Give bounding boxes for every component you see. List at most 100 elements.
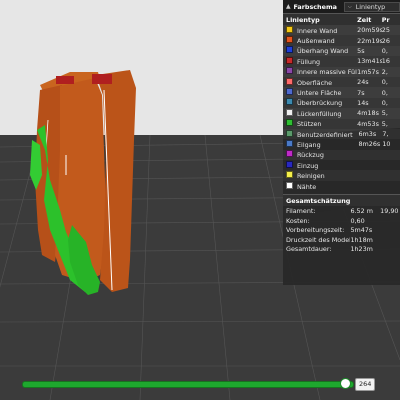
estimate-value: 6.52 m [350,207,373,216]
legend-rows-other: Benutzerdefiniert 6m3s 7, Eilgang 8m26s 10 Rüc… [283,128,400,191]
legend-row[interactable]: Überbrückung 14s 0, [283,98,400,108]
legend-row-time: 4m18s [357,109,379,118]
legend-row-time: 6m3s [358,130,377,139]
legend-row-type: Rückzug [286,150,358,159]
color-swatch-icon [286,119,293,127]
layer-slider-track[interactable] [22,381,354,388]
legend-column-header: Linientyp Zeit Pr [283,14,400,25]
legend-row[interactable]: Nähte [283,181,400,191]
legend-row-label: Außenwand [297,37,335,46]
legend-row-percent: 7, [382,130,389,139]
layer-slider-value: 264 [355,378,376,391]
estimate-row: Kosten: 0,60 [283,216,400,226]
estimate-label: Vorbereitungszeit: [286,226,345,235]
legend-row[interactable]: Lückenfüllung 4m18s 5, [283,108,400,119]
legend-row-label: Reinigen [297,172,325,181]
legend-row[interactable]: Füllung 13m41s 16 [283,56,400,66]
estimate-value: 1h23m [350,245,373,254]
color-swatch-icon [286,139,293,147]
color-swatch-icon [286,181,293,189]
legend-row[interactable]: Innere Wand 20m59s 25 [283,25,400,36]
legend-row-percent: 0, [381,98,388,107]
legend-row-label: Überhang Wand [297,47,349,56]
legend-row-type: Reinigen [286,171,358,180]
legend-row-percent: 16 [381,57,390,66]
legend-row-type: Stützen [286,119,357,128]
legend-row[interactable]: Stützen 4m53s 5, [283,119,400,129]
legend-row-label: Innere massive Füllung [297,68,357,77]
color-swatch-icon [286,77,293,85]
legend-row-time: 1m57s [357,67,379,76]
layer-slider-handle[interactable] [339,378,351,389]
legend-row[interactable]: Benutzerdefiniert 6m3s 7, [283,128,400,140]
legend-row-label: Lückenfüllung [297,109,342,118]
legend-row-time: 7s [357,88,365,97]
color-swatch-icon [286,36,293,44]
estimate-value: 0,60 [350,216,365,225]
legend-header[interactable]: ▲ Farbschema ⌵ Linientyp [283,0,400,14]
legend-row[interactable]: Eilgang 8m26s 10 [283,139,400,149]
color-swatch-icon [286,160,293,168]
legend-row-type: Lückenfüllung [286,108,357,118]
legend-row-type: Außenwand [286,36,357,45]
legend-row-time: 5s [357,46,365,55]
chevron-down-icon: ⌵ [347,3,352,10]
color-scheme-select[interactable]: ⌵ Linientyp [343,1,400,12]
legend-row-percent: 5, [381,109,388,118]
legend-row-type: Untere Fläche [286,88,357,97]
legend-row-label: Nähte [297,182,317,191]
legend-row[interactable]: Einzug [283,160,400,170]
legend-row-percent: 2, [381,67,388,76]
legend-row-type: Benutzerdefiniert [286,129,358,139]
legend-row-type: Innere Wand [286,25,357,35]
color-swatch-icon [286,108,293,116]
legend-row-time: 4m53s [357,119,379,128]
legend-row-percent: 10 [382,140,391,149]
estimate-label: Filament: [286,207,316,216]
legend-row-percent: 0, [381,78,388,87]
legend-row-type: Überhang Wand [286,46,357,55]
legend-row-label: Einzug [297,161,319,170]
col-line-type: Linientyp [286,15,320,24]
legend-row-label: Eilgang [297,140,321,149]
legend-row[interactable]: Innere massive Füllung1m57s2, [283,66,400,77]
legend-row-time: 20m59s [357,26,382,35]
legend-row-label: Untere Fläche [297,89,342,98]
estimate-rows: Filament: 6.52 m 19,90 gKosten:0,60Vorbere… [283,206,400,254]
estimate-value-secondary: 19,90 g [380,207,400,216]
legend-row-time: 14s [357,98,369,107]
color-scheme-value: Linientyp [355,2,386,11]
color-swatch-icon [286,46,293,54]
legend-row-type: Füllung [286,56,357,66]
legend-row[interactable]: Rückzug [283,149,400,161]
color-swatch-icon [286,171,293,179]
legend-row-type: Eilgang [286,139,358,149]
legend-row-time: 24s [357,78,369,87]
legend-row-time: 22m19s [357,36,382,45]
estimate-label: Gesamtdauer: [286,245,332,254]
estimate-row: Filament: 6.52 m 19,90 g [283,206,400,216]
legend-rows-with-stats: Innere Wand 20m59s 25 Außenwand 22m19s 26 Über… [283,25,400,129]
legend-row-label: Überbrückung [297,99,343,108]
estimate-row: Druckzeit des Modell: 1h18m [283,235,400,245]
legend-panel: ▲ Farbschema ⌵ Linientyp Linientyp Zeit … [283,0,400,285]
estimate-row: Vorbereitungszeit: 5m47s [283,225,400,235]
color-swatch-icon [286,25,293,33]
legend-row-type: Überbrückung [286,98,357,107]
legend-row-time: 13m41s [357,57,382,66]
legend-row-type: Oberfläche [286,77,357,87]
legend-row-type: Nähte [286,181,358,191]
legend-row-time: 8m26s [358,140,381,149]
color-swatch-icon [286,67,293,75]
legend-row[interactable]: Untere Fläche 7s 0, [283,87,400,98]
legend-row[interactable]: Überhang Wand 5s 0, [283,45,400,57]
estimate-label: Druckzeit des Modell: [286,235,351,244]
legend-row-label: Innere Wand [297,26,338,35]
estimate-title: Gesamtschätzung [283,194,400,207]
legend-row[interactable]: Reinigen [283,170,400,181]
legend-row-label: Oberfläche [297,78,333,87]
legend-row-label: Füllung [297,57,321,66]
legend-row[interactable]: Außenwand 22m19s 26 [283,35,400,45]
legend-row[interactable]: Oberfläche 24s 0, [283,77,400,87]
collapse-caret-icon[interactable]: ▲ [286,3,293,10]
